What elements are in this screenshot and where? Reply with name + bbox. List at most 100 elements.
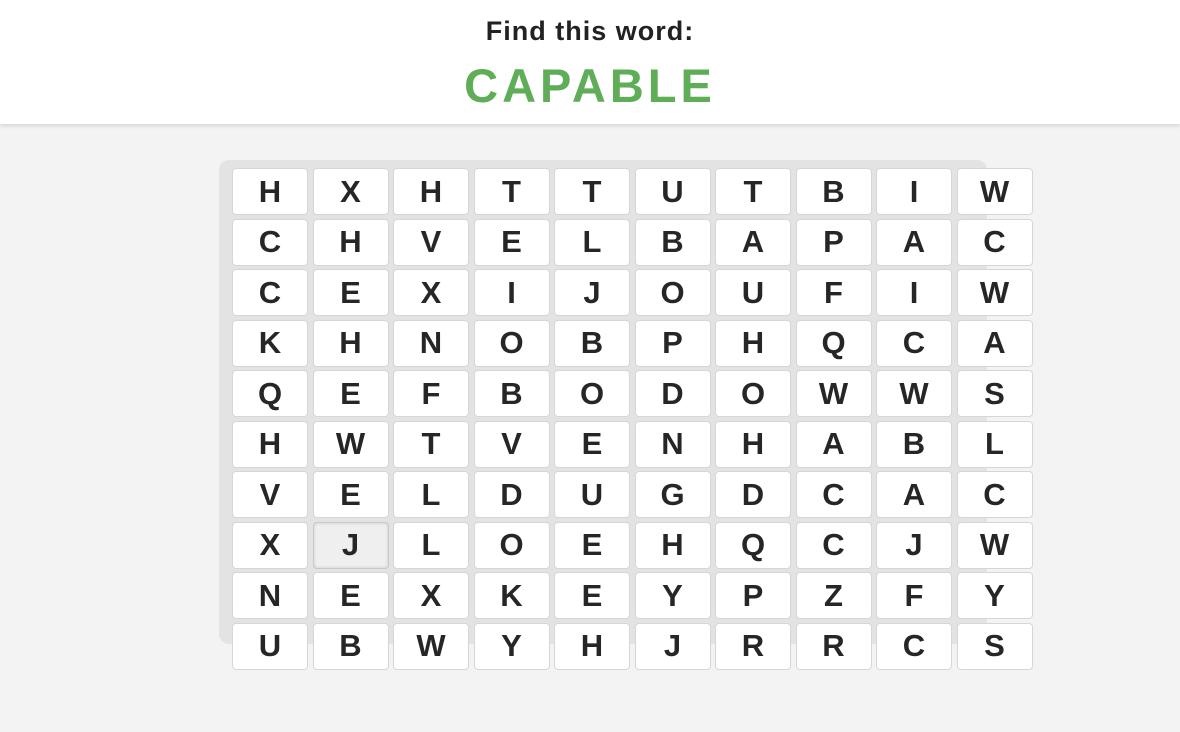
letter-cell[interactable]: H	[715, 420, 791, 468]
letter-cell[interactable]: R	[795, 622, 872, 670]
letter-cell[interactable]: O	[473, 319, 550, 367]
letter-cell[interactable]: W	[312, 420, 389, 468]
letter-cell[interactable]: J	[554, 269, 630, 316]
letter-cell[interactable]: B	[473, 370, 550, 417]
letter-cell[interactable]: E	[312, 269, 389, 316]
letter-cell[interactable]: A	[715, 218, 791, 266]
letter-cell[interactable]: E	[473, 218, 550, 266]
letter-cell[interactable]: T	[473, 168, 550, 215]
letter-cell[interactable]: X	[312, 168, 389, 215]
letter-cell[interactable]: J	[312, 521, 389, 569]
letter-cell[interactable]: H	[232, 420, 308, 468]
letter-cell[interactable]: R	[715, 622, 791, 670]
letter-cell[interactable]: I	[876, 269, 952, 316]
letter-cell[interactable]: X	[232, 521, 308, 569]
letter-cell[interactable]: S	[956, 622, 1033, 670]
letter-cell[interactable]: S	[956, 370, 1033, 417]
letter-cell[interactable]: H	[393, 168, 469, 215]
letter-cell[interactable]: X	[393, 269, 469, 316]
letter-cell[interactable]: W	[876, 370, 952, 417]
letter-cell[interactable]: E	[554, 420, 630, 468]
letter-cell[interactable]: T	[393, 420, 469, 468]
letter-cell[interactable]: L	[393, 471, 469, 518]
letter-cell[interactable]: D	[634, 370, 711, 417]
letter-cell[interactable]: N	[634, 420, 711, 468]
letter-cell[interactable]: F	[876, 572, 952, 619]
letter-cell[interactable]: L	[554, 218, 630, 266]
letter-cell[interactable]: A	[876, 218, 952, 266]
letter-cell[interactable]: J	[876, 521, 952, 569]
letter-cell[interactable]: C	[876, 319, 952, 367]
letter-cell[interactable]: P	[795, 218, 872, 266]
letter-cell[interactable]: B	[876, 420, 952, 468]
letter-cell[interactable]: Q	[795, 319, 872, 367]
letter-cell[interactable]: A	[795, 420, 872, 468]
letter-cell[interactable]: N	[393, 319, 469, 367]
letter-cell[interactable]: K	[473, 572, 550, 619]
letter-cell[interactable]: W	[795, 370, 872, 417]
letter-cell[interactable]: C	[876, 622, 952, 670]
letter-cell[interactable]: B	[634, 218, 711, 266]
letter-cell[interactable]: W	[956, 521, 1033, 569]
letter-cell[interactable]: N	[232, 572, 308, 619]
letter-cell[interactable]: J	[634, 622, 711, 670]
letter-cell[interactable]: L	[393, 521, 469, 569]
letter-cell[interactable]: U	[232, 622, 308, 670]
letter-cell[interactable]: H	[312, 319, 389, 367]
letter-cell[interactable]: C	[956, 471, 1033, 518]
letter-cell[interactable]: Z	[795, 572, 872, 619]
letter-cell[interactable]: E	[554, 521, 630, 569]
letter-cell[interactable]: U	[634, 168, 711, 215]
letter-cell[interactable]: I	[473, 269, 550, 316]
letter-cell[interactable]: H	[715, 319, 791, 367]
letter-cell[interactable]: U	[554, 471, 630, 518]
letter-cell[interactable]: C	[232, 269, 308, 316]
letter-cell[interactable]: B	[795, 168, 872, 215]
letter-cell[interactable]: I	[876, 168, 952, 215]
letter-cell[interactable]: E	[312, 471, 389, 518]
letter-cell[interactable]: T	[715, 168, 791, 215]
letter-cell[interactable]: Y	[634, 572, 711, 619]
letter-cell[interactable]: D	[715, 471, 791, 518]
letter-cell[interactable]: X	[393, 572, 469, 619]
letter-cell[interactable]: E	[554, 572, 630, 619]
letter-cell[interactable]: Q	[715, 521, 791, 569]
letter-cell[interactable]: D	[473, 471, 550, 518]
letter-cell[interactable]: Q	[232, 370, 308, 417]
letter-cell[interactable]: H	[634, 521, 711, 569]
letter-cell[interactable]: P	[715, 572, 791, 619]
letter-cell[interactable]: E	[312, 572, 389, 619]
letter-cell[interactable]: O	[715, 370, 791, 417]
letter-cell[interactable]: H	[232, 168, 308, 215]
letter-cell[interactable]: H	[554, 622, 630, 670]
letter-cell[interactable]: B	[312, 622, 389, 670]
letter-cell[interactable]: G	[634, 471, 711, 518]
letter-cell[interactable]: W	[393, 622, 469, 670]
letter-cell[interactable]: O	[554, 370, 630, 417]
letter-cell[interactable]: Y	[956, 572, 1033, 619]
letter-cell[interactable]: Y	[473, 622, 550, 670]
letter-cell[interactable]: A	[876, 471, 952, 518]
letter-cell[interactable]: W	[956, 168, 1033, 215]
letter-cell[interactable]: O	[473, 521, 550, 569]
letter-cell[interactable]: O	[634, 269, 711, 316]
letter-cell[interactable]: U	[715, 269, 791, 316]
letter-cell[interactable]: F	[393, 370, 469, 417]
letter-cell[interactable]: V	[393, 218, 469, 266]
letter-cell[interactable]: P	[634, 319, 711, 367]
letter-cell[interactable]: C	[795, 471, 872, 518]
letter-cell[interactable]: C	[956, 218, 1033, 266]
letter-cell[interactable]: B	[554, 319, 630, 367]
letter-cell[interactable]: E	[312, 370, 389, 417]
letter-cell[interactable]: V	[232, 471, 308, 518]
letter-cell[interactable]: C	[795, 521, 872, 569]
letter-cell[interactable]: W	[956, 269, 1033, 316]
letter-cell[interactable]: F	[795, 269, 872, 316]
letter-cell[interactable]: A	[956, 319, 1033, 367]
letter-cell[interactable]: H	[312, 218, 389, 266]
letter-cell[interactable]: L	[956, 420, 1033, 468]
letter-cell[interactable]: K	[232, 319, 308, 367]
letter-cell[interactable]: T	[554, 168, 630, 215]
letter-cell[interactable]: V	[473, 420, 550, 468]
letter-cell[interactable]: C	[232, 218, 308, 266]
